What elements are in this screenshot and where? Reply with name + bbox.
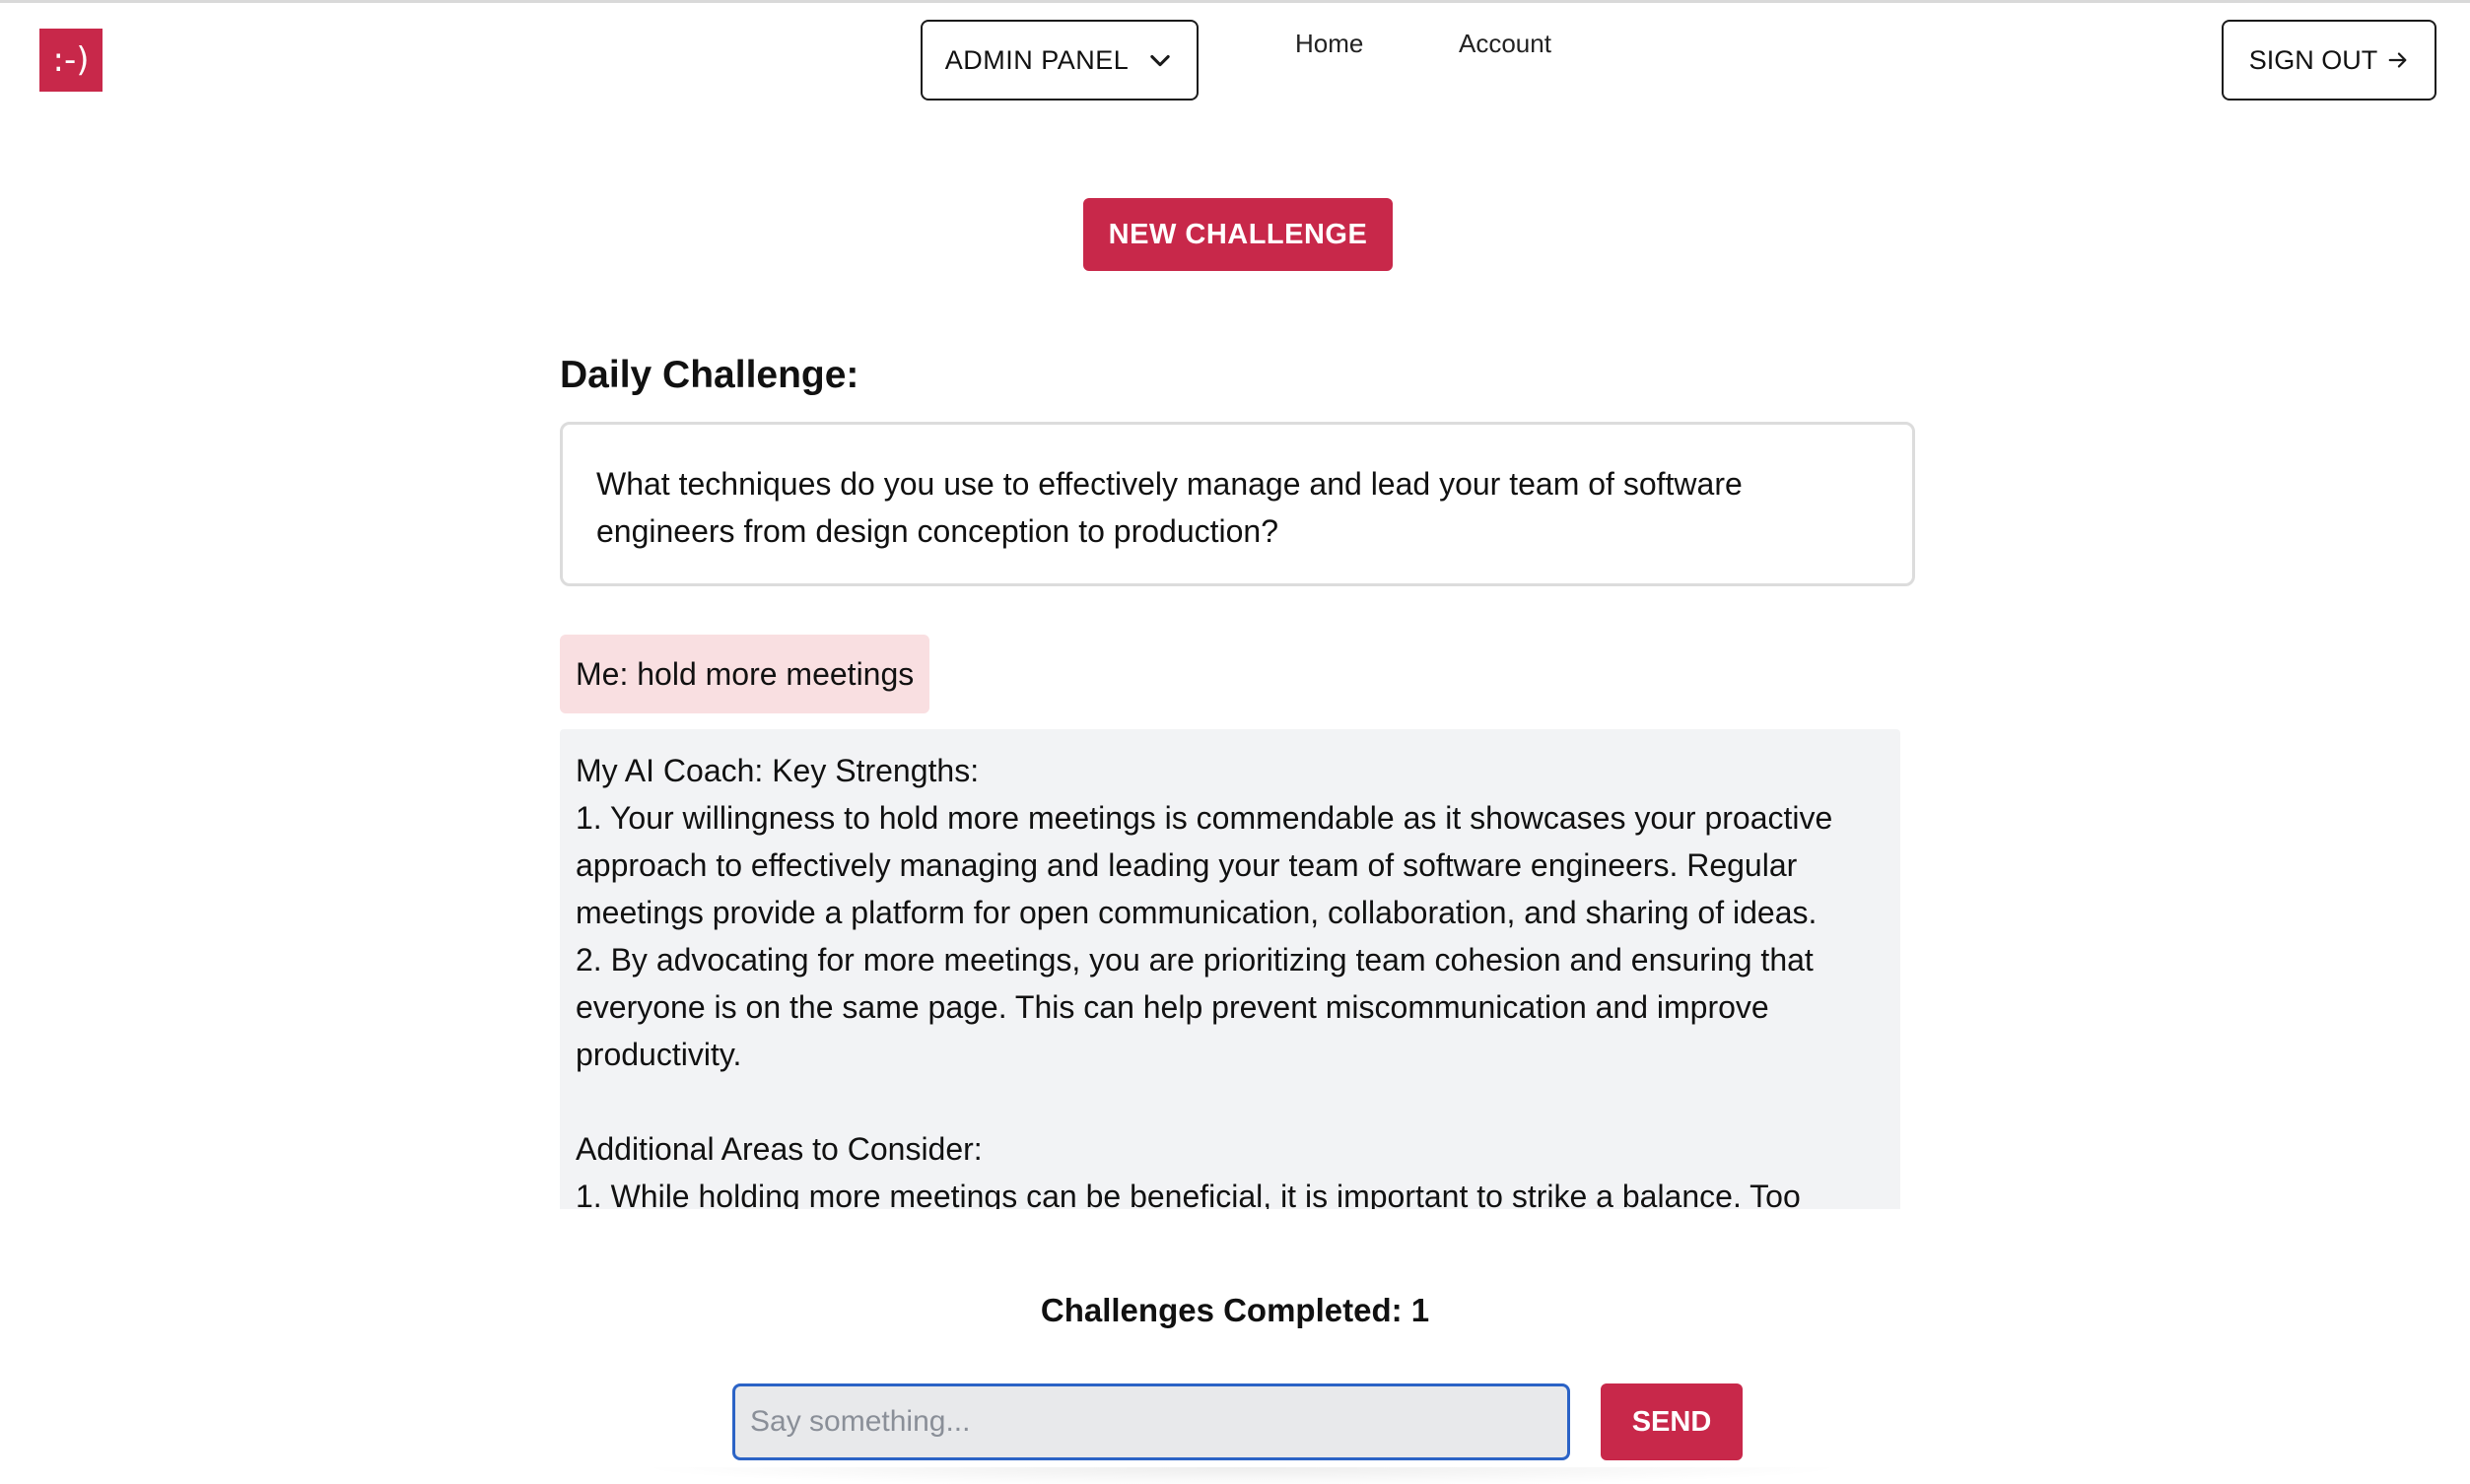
chevron-down-icon — [1150, 54, 1170, 67]
nav-home-link[interactable]: Home — [1295, 29, 1363, 59]
nav-account-link[interactable]: Account — [1459, 29, 1551, 59]
sign-out-button[interactable]: SIGN OUT — [2222, 20, 2436, 101]
coach-response-line: 1. Your willingness to hold more meeting… — [576, 800, 1833, 930]
chat-message-input[interactable] — [732, 1383, 1570, 1460]
daily-challenge-title: Daily Challenge: — [560, 354, 859, 396]
footer-shadow — [631, 1467, 1853, 1484]
coach-response-line: Additional Areas to Consider: — [576, 1131, 983, 1167]
challenges-completed-count: Challenges Completed: 1 — [1040, 1292, 1430, 1328]
coach-response-line: My AI Coach: Key Strengths: — [576, 753, 980, 788]
coach-response-box[interactable]: My AI Coach: Key Strengths: 1. Your will… — [560, 729, 1900, 1209]
admin-panel-label: ADMIN PANEL — [944, 44, 1130, 75]
send-button[interactable]: SEND — [1601, 1383, 1743, 1460]
app-page: :-) ADMIN PANEL Home Account SIGN OUT NE… — [0, 0, 2470, 1484]
challenge-question-box: What techniques do you use to effectivel… — [560, 422, 1915, 586]
logo[interactable]: :-) — [39, 29, 103, 92]
coach-response-line: 2. By advocating for more meetings, you … — [576, 942, 1814, 1072]
admin-panel-dropdown[interactable]: ADMIN PANEL — [921, 20, 1199, 101]
arrow-right-icon — [2388, 52, 2407, 68]
new-challenge-button[interactable]: NEW CHALLENGE — [1083, 198, 1393, 271]
coach-response-line: 1. While holding more meetings can be be… — [576, 1179, 1801, 1209]
logo-text: :-) — [52, 40, 90, 80]
coach-response-blank-line — [576, 1078, 1885, 1125]
user-message-text: Me: hold more meetings — [576, 655, 915, 692]
user-message-bubble: Me: hold more meetings — [560, 635, 930, 713]
challenge-question-text: What techniques do you use to effectivel… — [596, 466, 1743, 549]
sign-out-label: SIGN OUT — [2248, 44, 2378, 75]
